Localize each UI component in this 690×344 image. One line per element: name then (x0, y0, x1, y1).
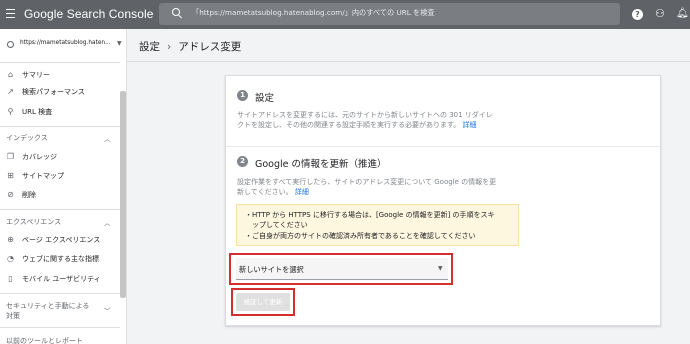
sidebar-item-sitemaps[interactable]: ⊞ サイトマップ (0, 168, 120, 184)
step-1-learn-more-link[interactable]: 詳細 (463, 121, 477, 129)
sidebar-item-mobile-usability[interactable]: ▯ モバイル ユーザビリティ (0, 271, 120, 287)
chevron-up-icon[interactable]: ︿ (104, 217, 111, 227)
sidebar-item-removals[interactable]: ⊘ 削除 (0, 187, 120, 203)
top-app-bar: Google Search Console 「https://mametatsu… (0, 0, 690, 29)
step-2-number: 2 (237, 156, 248, 167)
sidebar-item-label: モバイル ユーザビリティ (22, 275, 101, 283)
step-1-number: 1 (237, 90, 248, 101)
step-2-title: Google の情報を更新（推進） (255, 159, 387, 170)
sidebar-divider (0, 293, 120, 294)
web-vitals-icon: ◔ (7, 254, 14, 263)
manage-users-icon[interactable]: ⚇ (655, 8, 665, 20)
section-security-title-cont[interactable]: 対策 (6, 311, 20, 321)
step-2-learn-more-link[interactable]: 詳細 (295, 188, 309, 196)
help-icon[interactable]: ? (632, 9, 643, 20)
page-experience-icon: ⊕ (7, 235, 14, 244)
sidebar-item-performance[interactable]: ↗ 検索パフォーマンス (0, 84, 120, 100)
chevron-up-icon[interactable]: ︿ (104, 133, 111, 143)
highlight-box-select (229, 253, 453, 285)
search-placeholder: 「https://mametatsublog.hatenablog.com/」内… (192, 8, 435, 17)
sidebar-item-coverage[interactable]: ❐ カバレッジ (0, 149, 120, 165)
warning-line-3: ・ご自身が両方のサイトの確認済み所有者であることを確認してください (245, 232, 476, 240)
sidebar-divider (0, 327, 120, 328)
section-security-title[interactable]: セキュリティと手動による (6, 301, 89, 311)
card-divider (226, 146, 660, 147)
sidebar: https://mametatsublog.haten... ▼ ⌂ サマリー … (0, 29, 127, 344)
notifications-icon[interactable]: 🔔︎ (676, 8, 689, 20)
sitemap-icon: ⊞ (7, 171, 14, 180)
sidebar-divider (0, 62, 120, 63)
step-1-title: 設定 (255, 93, 275, 104)
menu-icon[interactable] (6, 9, 15, 19)
section-legacy-title[interactable]: 以前のツールとレポート (6, 336, 83, 344)
sidebar-divider (0, 209, 120, 210)
sidebar-item-label: カバレッジ (22, 153, 57, 161)
sidebar-item-label: 削除 (22, 191, 36, 199)
chevron-down-icon[interactable]: ﹀ (104, 305, 111, 315)
sidebar-item-label: ウェブに関する主な指標 (22, 255, 99, 263)
breadcrumb-parent[interactable]: 設定 (139, 41, 160, 53)
step-2-description: 設定作業をすべて実行したら、サイトのアドレス変更について Google の情報を… (237, 178, 497, 196)
https-warning-box: ・HTTP から HTTPS に移行する場合は、[Google の情報を更新] … (236, 204, 519, 246)
property-icon (7, 41, 14, 48)
breadcrumb-separator: › (167, 41, 172, 53)
warning-line-2: ップしてください (245, 221, 308, 229)
sidebar-item-label: サマリー (22, 71, 50, 79)
sidebar-item-label: ページ エクスペリエンス (22, 236, 101, 244)
mobile-icon: ▯ (8, 274, 13, 283)
breadcrumb: 設定 › アドレス変更 (139, 39, 241, 54)
sidebar-item-label: 検索パフォーマンス (22, 88, 85, 96)
header-divider (127, 61, 690, 62)
trend-icon: ↗ (7, 87, 14, 96)
property-url: https://mametatsublog.haten... (20, 40, 111, 46)
sidebar-item-core-web-vitals[interactable]: ◔ ウェブに関する主な指標 (0, 251, 120, 267)
sidebar-scrollbar[interactable] (120, 91, 126, 298)
app-title[interactable]: Google Search Console (24, 7, 154, 21)
sidebar-item-label: サイトマップ (22, 172, 64, 180)
section-index-title[interactable]: インデックス (6, 133, 48, 143)
search-icon (172, 8, 180, 16)
sidebar-item-label: URL 検査 (22, 108, 53, 116)
page-title: アドレス変更 (178, 41, 242, 53)
section-experience-title[interactable]: エクスペリエンス (6, 217, 61, 227)
step-1-description: サイトアドレスを変更するには、元のサイトから新しいサイトへの 301 リダイレ … (237, 111, 493, 129)
home-icon: ⌂ (7, 70, 14, 79)
property-selector[interactable]: https://mametatsublog.haten... ▼ (3, 38, 124, 52)
sidebar-item-page-experience[interactable]: ⊕ ページ エクスペリエンス (0, 232, 120, 248)
search-icon: ⚲ (7, 107, 14, 116)
chevron-down-icon: ▼ (117, 40, 122, 47)
coverage-icon: ❐ (6, 152, 15, 161)
removal-icon: ⊘ (7, 190, 14, 199)
sidebar-item-summary[interactable]: ⌂ サマリー (0, 67, 120, 83)
sidebar-divider (0, 126, 120, 127)
highlight-box-button (231, 288, 295, 316)
sidebar-item-url-inspection[interactable]: ⚲ URL 検査 (0, 104, 120, 120)
warning-line-1: ・HTTP から HTTPS に移行する場合は、[Google の情報を更新] … (245, 211, 495, 219)
